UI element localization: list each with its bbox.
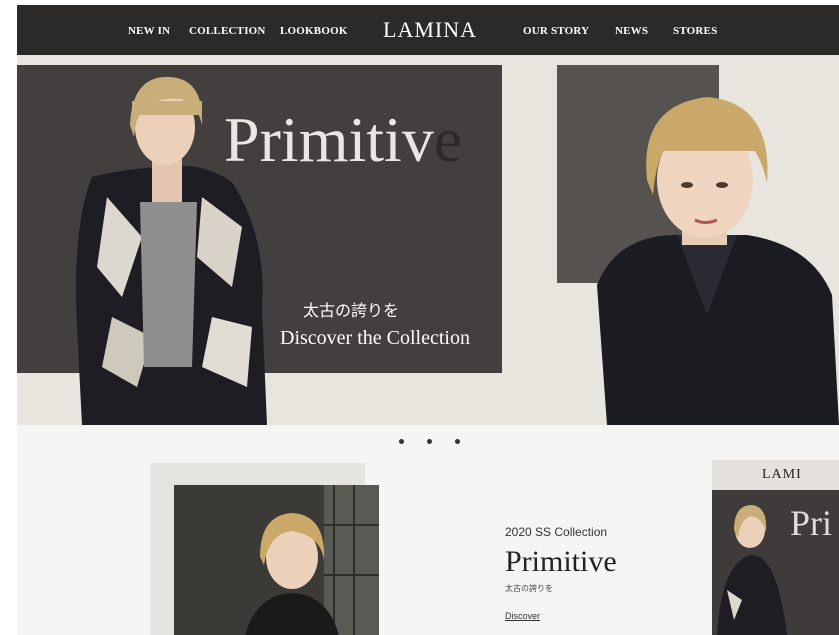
preview-header: LAMI: [712, 460, 839, 490]
nav-new-in[interactable]: NEW IN: [128, 25, 170, 37]
nav-our-story[interactable]: OUR STORY: [523, 25, 589, 37]
top-nav: NEW IN COLLECTION LOOKBOOK LAMINA OUR ST…: [17, 5, 839, 55]
carousel-dot-3[interactable]: [455, 439, 460, 444]
carousel-dot-1[interactable]: [399, 439, 404, 444]
brand-logo[interactable]: LAMINA: [383, 17, 477, 43]
preview-logo: LAMI: [762, 467, 802, 482]
preview-card[interactable]: LAMI Pri: [712, 460, 839, 635]
hero-title-main: Primitiv: [224, 104, 434, 175]
feature-title: Primitive: [505, 545, 617, 578]
hero-tagline-jp: 太古の誇りを: [303, 301, 400, 320]
nav-news[interactable]: NEWS: [615, 25, 648, 37]
featured-section: 2020 SS Collection Primitive 太古の誇りを Disc…: [17, 425, 839, 635]
preview-title: Pri: [790, 503, 833, 543]
hero-banner[interactable]: Primitive 太古の誇りを Discover the Collection: [17, 55, 839, 425]
hero-model-right-image: [597, 97, 839, 425]
feature-discover-link[interactable]: Discover: [505, 611, 540, 621]
carousel-dot-2[interactable]: [427, 439, 432, 444]
hero-title-tail: e: [433, 104, 463, 175]
page-frame: NEW IN COLLECTION LOOKBOOK LAMINA OUR ST…: [17, 5, 839, 635]
feature-model-image[interactable]: [174, 485, 379, 635]
hero-discover-link[interactable]: Discover the Collection: [280, 327, 470, 350]
nav-lookbook[interactable]: LOOKBOOK: [280, 25, 348, 37]
nav-collection[interactable]: COLLECTION: [189, 25, 266, 37]
feature-tagline-jp: 太古の誇りを: [505, 584, 553, 593]
nav-stores[interactable]: STORES: [673, 25, 717, 37]
hero-title: Primitive: [224, 103, 462, 177]
feature-subtitle: 2020 SS Collection: [505, 525, 608, 539]
